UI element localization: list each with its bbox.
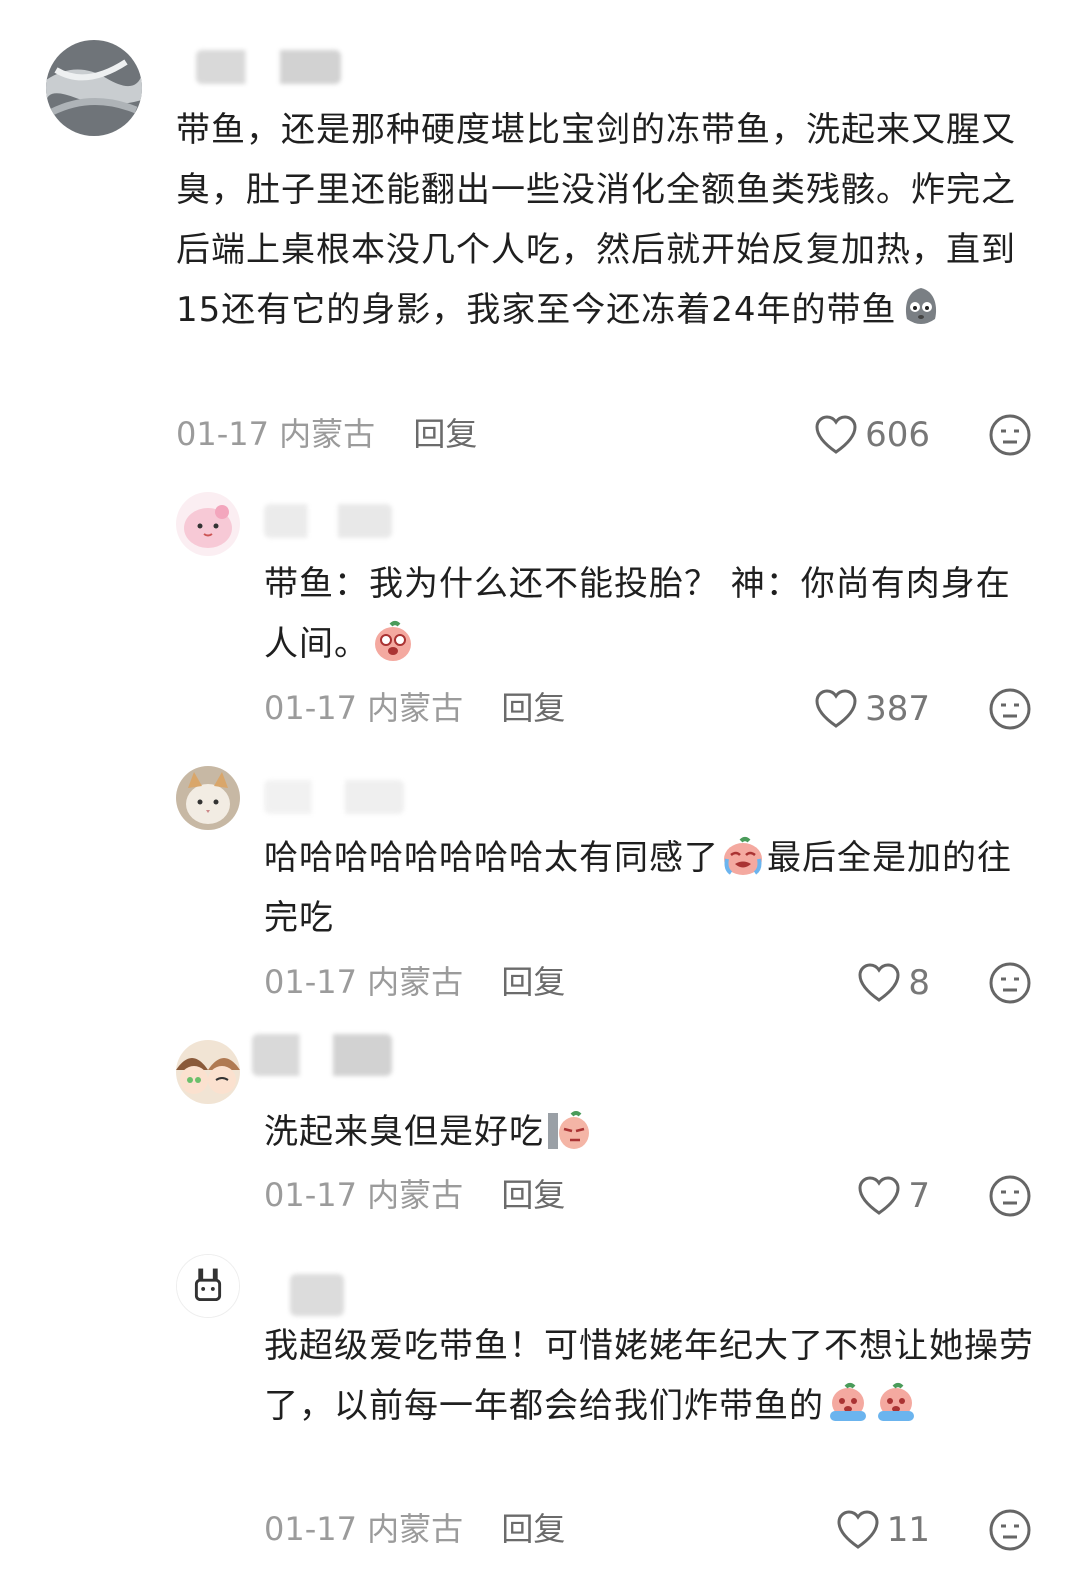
comment-date: 01-17 xyxy=(176,415,269,453)
avatar[interactable] xyxy=(176,1254,240,1318)
username-blurred[interactable] xyxy=(252,1034,392,1076)
comment-text: 带鱼：我为什么还不能投胎？ 神：你尚有肉身在人间。 xyxy=(264,554,1034,674)
sobbing-face-icon xyxy=(878,1383,914,1421)
avatar-fish-photo-icon xyxy=(46,40,142,136)
like-button[interactable]: 606 xyxy=(800,413,930,457)
dislike-face-icon[interactable] xyxy=(989,414,1031,456)
comment-body: 带鱼，还是那种硬度堪比宝剑的冻带鱼，洗起来又腥又臭，肚子里还能翻出一些没消化全额… xyxy=(176,110,1016,330)
heart-icon xyxy=(858,1176,900,1215)
heart-icon xyxy=(858,963,900,1002)
avatar[interactable] xyxy=(176,1040,240,1104)
username-blurred[interactable] xyxy=(290,1274,344,1316)
comment-body: 哈哈哈哈哈哈哈哈太有同感了 xyxy=(264,838,719,878)
heart-icon xyxy=(815,689,857,728)
like-count: 387 xyxy=(865,689,930,729)
dislike-face-icon[interactable] xyxy=(989,1509,1031,1551)
reply-button[interactable]: 回复 xyxy=(501,1510,565,1548)
comment-meta: 01-17 内蒙古 回复 xyxy=(264,688,565,728)
comment-location: 内蒙古 xyxy=(279,415,376,453)
sobbing-face-icon xyxy=(830,1383,866,1421)
username-blurred[interactable] xyxy=(264,504,392,538)
comment-meta: 01-17 内蒙古 回复 xyxy=(264,1509,565,1549)
comment-meta: 01-17 内蒙古 回复 xyxy=(264,962,565,1002)
comment-date: 01-17 xyxy=(264,1176,357,1214)
comment-body: 我超级爱吃带鱼！可惜姥姥年纪大了不想让她操劳了，以前每一年都会给我们炸带鱼的 xyxy=(264,1326,1034,1426)
shocked-face-icon xyxy=(375,621,411,661)
comment-text: 洗起来臭但是好吃 xyxy=(264,1102,1044,1162)
dislike-face-icon[interactable] xyxy=(989,688,1031,730)
reply-button[interactable]: 回复 xyxy=(501,1176,565,1214)
like-count: 606 xyxy=(865,415,930,455)
like-button[interactable]: 8 xyxy=(800,961,930,1005)
comment-text: 带鱼，还是那种硬度堪比宝剑的冻带鱼，洗起来又腥又臭，肚子里还能翻出一些没消化全额… xyxy=(176,100,1036,340)
like-button[interactable]: 387 xyxy=(800,687,930,731)
avatar[interactable] xyxy=(46,40,142,136)
comment-date: 01-17 xyxy=(264,963,357,1001)
reply-button[interactable]: 回复 xyxy=(413,415,477,453)
comment-meta: 01-17 内蒙古 回复 xyxy=(176,414,477,454)
comment-location: 内蒙古 xyxy=(367,1510,464,1548)
like-count: 11 xyxy=(886,1510,930,1550)
comment-meta: 01-17 内蒙古 回复 xyxy=(264,1175,565,1215)
avatar[interactable] xyxy=(176,766,240,830)
avatar[interactable] xyxy=(176,492,240,556)
like-count: 8 xyxy=(908,963,930,1003)
username-blurred[interactable] xyxy=(196,50,341,84)
comment-date: 01-17 xyxy=(264,689,357,727)
avatar-pink-creature-icon xyxy=(176,492,240,556)
reply-button[interactable]: 回复 xyxy=(501,963,565,1001)
heart-icon xyxy=(837,1510,879,1549)
avatar-cat-icon xyxy=(176,766,240,830)
worried-face-icon xyxy=(905,288,936,324)
like-count: 7 xyxy=(908,1176,930,1216)
dislike-face-icon[interactable] xyxy=(989,962,1031,1004)
comment-body: 洗起来臭但是好吃 xyxy=(264,1112,544,1152)
avatar-anime-couple-icon xyxy=(176,1040,240,1104)
heart-icon xyxy=(815,415,857,454)
comment-text: 我超级爱吃带鱼！可惜姥姥年纪大了不想让她操劳了，以前每一年都会给我们炸带鱼的 xyxy=(264,1316,1034,1436)
comment-date: 01-17 xyxy=(264,1510,357,1548)
comment-location: 内蒙古 xyxy=(367,689,464,727)
username-blurred[interactable] xyxy=(264,780,404,814)
dislike-face-icon[interactable] xyxy=(989,1175,1031,1217)
comment-text: 哈哈哈哈哈哈哈哈太有同感了 最后全是加的往完吃 xyxy=(264,828,1044,948)
like-button[interactable]: 11 xyxy=(800,1508,930,1552)
comment-location: 内蒙古 xyxy=(367,963,464,1001)
comment-location: 内蒙古 xyxy=(367,1176,464,1214)
like-button[interactable]: 7 xyxy=(800,1174,930,1218)
reply-button[interactable]: 回复 xyxy=(501,689,565,727)
crying-face-icon xyxy=(724,837,762,875)
avatar-bunny-icon xyxy=(177,1255,239,1317)
peeking-face-icon xyxy=(548,1111,589,1149)
